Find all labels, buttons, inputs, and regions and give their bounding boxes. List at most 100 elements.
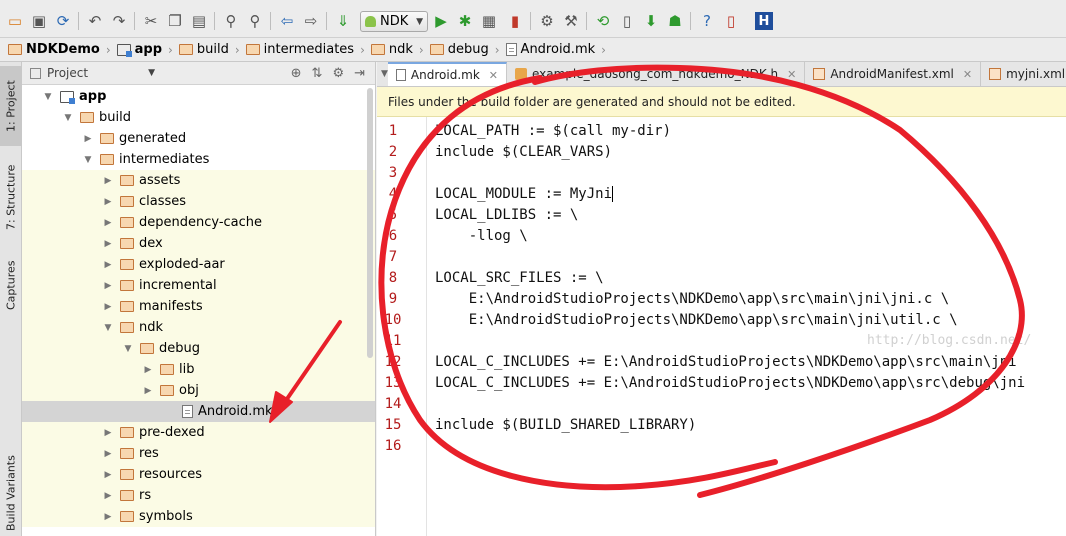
tree-item[interactable]: ▶ exploded-aar bbox=[22, 254, 375, 275]
run-icon[interactable]: ▶ bbox=[432, 12, 450, 30]
cut-icon[interactable]: ✂ bbox=[142, 12, 160, 30]
breadcrumb-item-ndk[interactable]: ndk › bbox=[370, 42, 430, 57]
replace-icon[interactable]: ⚲ bbox=[246, 12, 264, 30]
tab-list-chevron-icon[interactable]: ▼ bbox=[381, 62, 388, 86]
breadcrumb-item-app[interactable]: app › bbox=[116, 42, 179, 57]
chevron-right-icon[interactable]: ▶ bbox=[82, 134, 94, 144]
stop-icon[interactable]: ▮ bbox=[506, 12, 524, 30]
chevron-right-icon[interactable]: ▶ bbox=[102, 281, 114, 291]
device-icon[interactable]: ▯ bbox=[722, 12, 740, 30]
code-line[interactable]: include $(CLEAR_VARS) bbox=[435, 142, 612, 163]
tree-item[interactable]: ▼ build bbox=[22, 107, 375, 128]
gradle-sync-icon[interactable]: ⟲ bbox=[594, 12, 612, 30]
tree-item[interactable]: ▼ ndk bbox=[22, 317, 375, 338]
sdk-download-icon[interactable]: ⬇ bbox=[642, 12, 660, 30]
editor-tab[interactable]: myjni.xml✕ bbox=[981, 62, 1066, 86]
breadcrumb-item-build[interactable]: build › bbox=[178, 42, 246, 57]
tab-structure[interactable]: 7: Structure bbox=[0, 154, 22, 240]
chevron-down-icon[interactable]: ▼ bbox=[102, 323, 114, 333]
code-line[interactable]: E:\AndroidStudioProjects\NDKDemo\app\src… bbox=[435, 289, 949, 310]
code-line[interactable]: LOCAL_PATH := $(call my-dir) bbox=[435, 121, 671, 142]
collapse-all-icon[interactable]: ⇅ bbox=[312, 66, 323, 81]
chevron-right-icon[interactable]: ▶ bbox=[102, 176, 114, 186]
open-icon[interactable]: ▭ bbox=[6, 12, 24, 30]
tree-item[interactable]: ▶ dex bbox=[22, 233, 375, 254]
chevron-down-icon[interactable]: ▼ bbox=[42, 92, 54, 102]
code-line[interactable]: LOCAL_MODULE := MyJni bbox=[435, 184, 614, 205]
chevron-right-icon[interactable]: ▶ bbox=[102, 449, 114, 459]
forward-icon[interactable]: ⇨ bbox=[302, 12, 320, 30]
chevron-right-icon[interactable]: ▶ bbox=[102, 260, 114, 270]
chevron-right-icon[interactable]: ▶ bbox=[142, 365, 154, 375]
settings-icon[interactable]: ⚙ bbox=[538, 12, 556, 30]
code-line[interactable]: E:\AndroidStudioProjects\NDKDemo\app\src… bbox=[435, 310, 958, 331]
hide-icon[interactable]: ⇥ bbox=[354, 66, 365, 81]
tab-build-variants[interactable]: Build Variants bbox=[0, 450, 22, 536]
chevron-down-icon[interactable]: ▼ bbox=[148, 68, 155, 78]
code-line[interactable]: LOCAL_SRC_FILES := \ bbox=[435, 268, 604, 289]
tree-item[interactable]: ▶ resources bbox=[22, 464, 375, 485]
chevron-right-icon[interactable]: ▶ bbox=[102, 491, 114, 501]
breadcrumb-item-intermediates[interactable]: intermediates › bbox=[245, 42, 371, 57]
tree-item[interactable]: ▶ pre-dexed bbox=[22, 422, 375, 443]
sdk-manager-icon[interactable]: ⚒ bbox=[562, 12, 580, 30]
chevron-down-icon[interactable]: ▼ bbox=[62, 113, 74, 123]
editor-tab[interactable]: example_daosong_com_ndkdemo_NDK.h ✕ bbox=[507, 62, 806, 86]
avd-icon[interactable]: ▯ bbox=[618, 12, 636, 30]
find-icon[interactable]: ⚲ bbox=[222, 12, 240, 30]
chevron-right-icon[interactable]: ▶ bbox=[142, 386, 154, 396]
chevron-right-icon[interactable]: ▶ bbox=[102, 302, 114, 312]
back-icon[interactable]: ⇦ bbox=[278, 12, 296, 30]
code-line[interactable]: LOCAL_LDLIBS := \ bbox=[435, 205, 578, 226]
debug-icon[interactable]: ✱ bbox=[456, 12, 474, 30]
tree-item[interactable]: Android.mk bbox=[22, 401, 375, 422]
editor-tab[interactable]: Android.mk ✕ bbox=[387, 62, 507, 86]
tree-item[interactable]: ▼ debug bbox=[22, 338, 375, 359]
make-icon[interactable]: ⇓ bbox=[334, 12, 352, 30]
tab-captures[interactable]: Captures bbox=[0, 250, 22, 320]
breadcrumb-item-android-mk[interactable]: Android.mk › bbox=[505, 42, 612, 57]
chevron-right-icon[interactable]: ▶ bbox=[102, 239, 114, 249]
android-monitor-icon[interactable]: ☗ bbox=[666, 12, 684, 30]
code-line[interactable]: include $(BUILD_SHARED_LIBRARY) bbox=[435, 415, 696, 436]
tree-item[interactable]: ▶ classes bbox=[22, 191, 375, 212]
chevron-down-icon[interactable]: ▼ bbox=[122, 344, 134, 354]
tree-item[interactable]: ▼ app bbox=[22, 86, 375, 107]
breadcrumb-item-debug[interactable]: debug › bbox=[429, 42, 506, 57]
close-icon[interactable]: ✕ bbox=[787, 68, 796, 81]
tree-item[interactable]: ▶ res bbox=[22, 443, 375, 464]
chevron-down-icon[interactable]: ▼ bbox=[82, 155, 94, 165]
tree-item[interactable]: ▶ dependency-cache bbox=[22, 212, 375, 233]
tree-item[interactable]: ▶ generated bbox=[22, 128, 375, 149]
tree-item[interactable]: ▶ manifests bbox=[22, 296, 375, 317]
code-line[interactable]: -llog \ bbox=[435, 226, 528, 247]
tree-item[interactable]: ▶ rs bbox=[22, 485, 375, 506]
copy-icon[interactable]: ❐ bbox=[166, 12, 184, 30]
tree-item[interactable]: ▶ obj bbox=[22, 380, 375, 401]
settings-icon[interactable]: ⚙ bbox=[332, 66, 344, 81]
close-icon[interactable]: ✕ bbox=[963, 68, 972, 81]
editor-tab[interactable]: AndroidManifest.xml ✕ bbox=[805, 62, 982, 86]
chevron-right-icon[interactable]: ▶ bbox=[102, 197, 114, 207]
tree-item[interactable]: ▼ intermediates bbox=[22, 149, 375, 170]
h-icon[interactable]: H bbox=[755, 12, 773, 30]
tree-item[interactable]: ▶ lib bbox=[22, 359, 375, 380]
chevron-right-icon[interactable]: ▶ bbox=[102, 428, 114, 438]
scroll-from-source-icon[interactable]: ⊕ bbox=[291, 66, 302, 81]
tree-item[interactable]: ▶ incremental bbox=[22, 275, 375, 296]
chevron-right-icon[interactable]: ▶ bbox=[102, 470, 114, 480]
tree-item[interactable]: ▶ symbols bbox=[22, 506, 375, 527]
save-icon[interactable]: ▣ bbox=[30, 12, 48, 30]
help-icon[interactable]: ? bbox=[698, 12, 716, 30]
tree-item[interactable]: ▶ assets bbox=[22, 170, 375, 191]
chevron-right-icon[interactable]: ▶ bbox=[102, 218, 114, 228]
coverage-icon[interactable]: ▦ bbox=[480, 12, 498, 30]
chevron-right-icon[interactable]: ▶ bbox=[102, 512, 114, 522]
code-line[interactable]: LOCAL_C_INCLUDES += E:\AndroidStudioProj… bbox=[435, 352, 1017, 373]
redo-icon[interactable]: ↷ bbox=[110, 12, 128, 30]
close-icon[interactable]: ✕ bbox=[489, 69, 498, 82]
scrollbar[interactable] bbox=[367, 88, 373, 358]
run-config-dropdown[interactable]: NDK ▼ bbox=[360, 11, 428, 32]
code-editor[interactable]: LOCAL_PATH := $(call my-dir) include $(CL… bbox=[435, 117, 1066, 536]
tab-project[interactable]: 1: Project bbox=[0, 66, 22, 146]
